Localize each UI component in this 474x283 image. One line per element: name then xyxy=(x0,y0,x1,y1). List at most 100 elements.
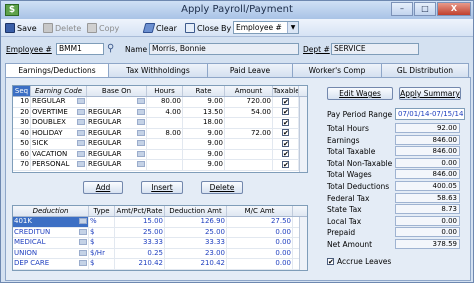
lookup-icon[interactable] xyxy=(79,249,87,256)
earnings-cell-hours[interactable]: 80.00 xyxy=(147,97,183,107)
minimize-button[interactable]: – xyxy=(391,2,413,16)
deduction-cell-type[interactable]: $ xyxy=(89,227,115,237)
lookup-icon[interactable] xyxy=(137,119,145,125)
earnings-cell-taxable[interactable]: ✔ xyxy=(273,160,299,170)
earnings-cell-taxable[interactable]: ✔ xyxy=(273,107,299,117)
earnings-cell-hours[interactable] xyxy=(147,149,183,159)
earnings-cell-taxable[interactable]: ✔ xyxy=(273,128,299,138)
lookup-icon[interactable] xyxy=(77,150,85,157)
tab-tax-withholdings[interactable]: Tax Withholdings xyxy=(108,63,208,77)
delete-row-button[interactable]: Delete xyxy=(201,181,243,194)
deduction-cell-mc[interactable]: 0.00 xyxy=(227,248,293,258)
col-deduction[interactable]: Deduction xyxy=(13,206,89,216)
deduction-cell-ded[interactable]: 126.90 xyxy=(165,217,227,227)
lookup-icon[interactable] xyxy=(77,129,85,136)
earnings-cell-seq[interactable]: 40 xyxy=(13,128,31,138)
deduction-cell-name[interactable]: 401K xyxy=(13,217,89,227)
deduction-cell-mc[interactable]: 0.00 xyxy=(227,238,293,248)
earnings-cell-taxable[interactable]: ✔ xyxy=(273,149,299,159)
deduction-cell-amt[interactable]: 15.00 xyxy=(115,217,165,227)
earnings-cell-amount[interactable] xyxy=(225,139,273,149)
earnings-cell-amount[interactable]: 72.00 xyxy=(225,128,273,138)
earnings-cell-base[interactable]: REGULAR xyxy=(87,107,147,117)
earnings-cell-code[interactable]: SICK xyxy=(31,139,87,149)
earnings-row[interactable]: 70 PERSONAL REGULAR 9.00 ✔ xyxy=(13,160,307,171)
earnings-cell-hours[interactable]: 4.00 xyxy=(147,107,183,117)
earnings-cell-amount[interactable] xyxy=(225,149,273,159)
earnings-cell-hours[interactable] xyxy=(147,139,183,149)
earnings-cell-base[interactable] xyxy=(87,97,147,107)
deduction-cell-ded[interactable]: 23.00 xyxy=(165,248,227,258)
deduction-row[interactable]: 401K% 15.00 126.90 27.50 xyxy=(13,217,307,228)
lookup-icon[interactable] xyxy=(137,108,145,115)
col-earning-code[interactable]: Earning Code xyxy=(31,86,87,96)
deduction-cell-type[interactable]: % xyxy=(89,217,115,227)
lookup-icon[interactable] xyxy=(79,228,87,235)
earnings-cell-rate[interactable]: 9.00 xyxy=(183,139,225,149)
earnings-row[interactable]: 30 DOUBLEX REGULAR 18.00 ✔ xyxy=(13,118,307,129)
deduction-cell-amt[interactable]: 210.42 xyxy=(115,259,165,269)
earnings-cell-seq[interactable]: 20 xyxy=(13,107,31,117)
earnings-row[interactable]: 60 VACATION REGULAR 9.00 ✔ xyxy=(13,149,307,160)
col-rate[interactable]: Rate xyxy=(183,86,225,96)
deduction-cell-type[interactable]: $ xyxy=(89,259,115,269)
earnings-cell-code[interactable]: HOLIDAY xyxy=(31,128,87,138)
maximize-button[interactable]: □ xyxy=(414,2,436,16)
col-amt-pct-rate[interactable]: Amt/Pct/Rate xyxy=(115,206,165,216)
deductions-scrollbar[interactable] xyxy=(299,217,307,270)
save-button[interactable]: Save xyxy=(5,21,37,35)
earnings-cell-base[interactable]: REGULAR xyxy=(87,139,147,149)
lookup-icon[interactable] xyxy=(79,218,87,224)
earnings-cell-seq[interactable]: 50 xyxy=(13,139,31,149)
earnings-cell-rate[interactable]: 9.00 xyxy=(183,128,225,138)
taxable-checkbox[interactable]: ✔ xyxy=(282,160,289,168)
earnings-cell-hours[interactable] xyxy=(147,118,183,128)
earnings-cell-amount[interactable] xyxy=(225,160,273,170)
deduction-cell-name[interactable]: MEDICAL xyxy=(13,238,89,248)
lookup-icon[interactable] xyxy=(77,140,85,146)
earnings-cell-amount[interactable]: 720.00 xyxy=(225,97,273,107)
earnings-cell-base[interactable]: REGULAR xyxy=(87,160,147,170)
earnings-row[interactable]: 10 REGULAR 80.00 9.00 720.00 ✔ xyxy=(13,97,307,108)
add-button[interactable]: Add xyxy=(83,181,123,194)
earnings-cell-seq[interactable]: 30 xyxy=(13,118,31,128)
earnings-cell-rate[interactable]: 9.00 xyxy=(183,97,225,107)
lookup-icon[interactable] xyxy=(137,161,145,167)
earnings-cell-rate[interactable]: 9.00 xyxy=(183,160,225,170)
earnings-cell-hours[interactable] xyxy=(147,160,183,170)
col-seq[interactable]: Seq xyxy=(13,86,31,96)
by-select[interactable]: Employee # ▼ xyxy=(233,21,299,34)
earnings-cell-rate[interactable]: 13.50 xyxy=(183,107,225,117)
deduction-row[interactable]: CREDITUN $25.00 25.00 0.00 xyxy=(13,227,307,238)
deduction-cell-ded[interactable]: 25.00 xyxy=(165,227,227,237)
lookup-icon[interactable] xyxy=(137,150,145,157)
deduction-cell-ded[interactable]: 210.42 xyxy=(165,259,227,269)
lookup-icon[interactable] xyxy=(77,119,85,125)
earnings-cell-rate[interactable]: 18.00 xyxy=(183,118,225,128)
accrue-leaves-checkbox[interactable]: ✔ Accrue Leaves xyxy=(327,257,391,266)
earnings-grid[interactable]: Seq Earning Code Base On Hours Rate Amou… xyxy=(12,85,308,173)
col-mc-amt[interactable]: M/C Amt xyxy=(227,206,293,216)
earnings-cell-base[interactable]: REGULAR xyxy=(87,118,147,128)
col-amount[interactable]: Amount xyxy=(225,86,273,96)
earnings-cell-code[interactable]: VACATION xyxy=(31,149,87,159)
earnings-cell-code[interactable]: PERSONAL xyxy=(31,160,87,170)
tab-paid-leave[interactable]: Paid Leave xyxy=(207,63,293,77)
col-base-on[interactable]: Base On xyxy=(87,86,147,96)
edit-wages-button[interactable]: Edit Wages xyxy=(327,87,393,100)
deduction-cell-amt[interactable]: 25.00 xyxy=(115,227,165,237)
col-deduction-amt[interactable]: Deduction Amt xyxy=(165,206,227,216)
earnings-cell-base[interactable]: REGULAR xyxy=(87,128,147,138)
search-icon[interactable]: ⚲ xyxy=(107,43,114,54)
taxable-checkbox[interactable]: ✔ xyxy=(282,97,289,105)
pay-period-field[interactable]: 07/01/14-07/15/14 xyxy=(395,108,465,120)
close-button[interactable]: Close xyxy=(185,21,219,35)
deduction-cell-type[interactable]: $ xyxy=(89,238,115,248)
deduction-cell-mc[interactable]: 0.00 xyxy=(227,259,293,269)
earnings-cell-code[interactable]: REGULAR xyxy=(31,97,87,107)
col-taxable[interactable]: Taxable xyxy=(273,86,299,96)
earnings-cell-amount[interactable] xyxy=(225,118,273,128)
tab-workers-comp[interactable]: Worker's Comp xyxy=(292,63,382,77)
deduction-cell-name[interactable]: CREDITUN xyxy=(13,227,89,237)
earnings-cell-rate[interactable]: 9.00 xyxy=(183,149,225,159)
